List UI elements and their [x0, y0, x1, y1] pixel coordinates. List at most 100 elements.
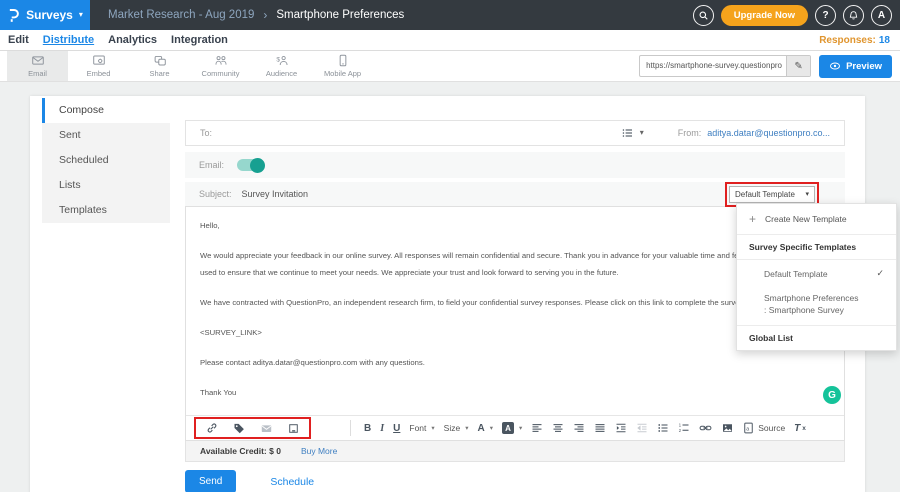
svg-text:$: $ [276, 56, 280, 63]
body-paragraph: Please contact aditya.datar@questionpro.… [200, 354, 830, 371]
channel-mobile-app[interactable]: Mobile App [312, 51, 373, 81]
channel-share[interactable]: Share [129, 51, 190, 81]
email-label: Email: [199, 160, 224, 170]
avatar[interactable]: A [871, 5, 892, 26]
check-icon: ✓ [876, 268, 884, 279]
tab-edit[interactable]: Edit [8, 34, 29, 46]
to-row[interactable]: To: ▾ From: aditya.datar@questionpro.co.… [185, 120, 845, 146]
insert-link-icon[interactable] [206, 422, 218, 434]
svg-text:2: 2 [679, 428, 682, 433]
embed-box-icon[interactable] [288, 423, 299, 434]
breadcrumb: Market Research - Aug 2019 › Smartphone … [108, 8, 404, 22]
top-actions: Upgrade Now ? A [693, 5, 892, 26]
channel-embed[interactable]: Embed [68, 51, 129, 81]
font-select[interactable]: Font▾ [409, 423, 434, 433]
email-icon [31, 54, 45, 67]
bold-button[interactable]: B [364, 423, 371, 434]
source-button[interactable]: aSource [743, 422, 785, 434]
insert-image-button[interactable] [721, 422, 734, 434]
buy-more-link[interactable]: Buy More [301, 446, 337, 456]
sidebar-item-scheduled[interactable]: Scheduled [42, 148, 170, 173]
questionpro-email-distribute-page: Surveys ▾ Market Research - Aug 2019 › S… [0, 0, 900, 492]
chain-icon [699, 423, 712, 433]
hyperlink-button[interactable] [699, 423, 712, 433]
channel-email[interactable]: Email [7, 51, 68, 81]
bullet-list-icon [657, 422, 669, 434]
to-row-controls: ▾ From: aditya.datar@questionpro.co... [621, 127, 830, 139]
remove-format-button[interactable]: Tx [794, 423, 806, 434]
distribution-channels: Email Embed Share Community $ Audience M… [0, 51, 900, 82]
text-color-button[interactable]: A▾ [477, 423, 493, 434]
indent-decrease-icon [636, 422, 648, 434]
email-toggle[interactable] [237, 159, 264, 171]
breadcrumb-folder[interactable]: Market Research - Aug 2019 [108, 9, 254, 21]
help-button[interactable]: ? [815, 5, 836, 26]
size-select[interactable]: Size▾ [444, 423, 469, 433]
email-template-icon[interactable] [260, 423, 273, 434]
breadcrumb-survey[interactable]: Smartphone Preferences [276, 9, 404, 21]
surveys-menu[interactable]: Surveys ▾ [0, 0, 90, 30]
available-credit-label: Available Credit: $ 0 [200, 446, 281, 456]
menu-header-global-list[interactable]: Global List [737, 326, 896, 350]
indent-increase-button[interactable] [615, 422, 627, 434]
sidebar-item-compose[interactable]: Compose [42, 98, 170, 123]
bullet-list-button[interactable] [657, 422, 669, 434]
search-button[interactable] [693, 5, 714, 26]
align-left-button[interactable] [531, 422, 543, 434]
chevron-down-icon: ▾ [79, 11, 83, 19]
channel-audience[interactable]: $ Audience [251, 51, 312, 81]
community-icon [214, 54, 228, 67]
numbered-list-button[interactable]: 12 [678, 422, 690, 434]
menu-header-survey-specific: Survey Specific Templates [737, 235, 896, 259]
pencil-icon: ✎ [794, 61, 802, 72]
notifications-button[interactable] [843, 5, 864, 26]
toolbar-divider [350, 420, 351, 436]
edit-url-button[interactable]: ✎ [786, 56, 810, 76]
contact-list-icon[interactable] [621, 127, 634, 139]
align-right-button[interactable] [573, 422, 585, 434]
send-button[interactable]: Send [185, 470, 236, 492]
preview-button[interactable]: Preview [819, 55, 892, 78]
align-left-icon [531, 422, 543, 434]
indent-increase-icon [615, 422, 627, 434]
menu-item-smartphone-preferences[interactable]: Smartphone Preferences : Smartphone Surv… [737, 287, 896, 325]
bg-color-button[interactable]: A▾ [502, 422, 522, 434]
align-center-button[interactable] [552, 422, 564, 434]
italic-button[interactable]: I [380, 423, 384, 434]
template-select[interactable]: Default Template ▾ [729, 186, 815, 203]
sidebar-item-lists[interactable]: Lists [42, 173, 170, 198]
send-actions: Send Schedule [185, 470, 845, 492]
body-paragraph: Thank You [200, 384, 830, 401]
to-label: To: [200, 128, 212, 138]
subject-value[interactable]: Survey Invitation [242, 189, 309, 199]
image-icon [721, 422, 734, 434]
schedule-link[interactable]: Schedule [270, 476, 314, 488]
align-center-icon [552, 422, 564, 434]
underline-button[interactable]: U [393, 423, 400, 434]
grammarly-badge[interactable]: G [823, 386, 841, 404]
source-doc-icon: a [743, 422, 754, 434]
menu-item-create-new-template[interactable]: + Create New Template [737, 204, 896, 234]
list-caret-icon[interactable]: ▾ [640, 129, 644, 137]
channel-community[interactable]: Community [190, 51, 251, 81]
tab-analytics[interactable]: Analytics [108, 34, 157, 46]
from-email-value[interactable]: aditya.datar@questionpro.co... [707, 128, 830, 138]
survey-url-field[interactable]: https://smartphone-survey.questionpro ✎ [639, 55, 811, 77]
toggle-knob [250, 158, 265, 173]
menu-item-default-template[interactable]: Default Template ✓ [737, 260, 896, 287]
align-justify-button[interactable] [594, 422, 606, 434]
survey-url: https://smartphone-survey.questionpro [640, 56, 786, 76]
merge-tag-icon[interactable] [233, 422, 245, 434]
plus-icon: + [749, 213, 756, 225]
sidebar-item-sent[interactable]: Sent [42, 123, 170, 148]
sidebar-item-templates[interactable]: Templates [42, 198, 170, 223]
embed-icon [92, 54, 106, 67]
template-selected-value: Default Template [735, 190, 795, 199]
from-label: From: [678, 128, 702, 138]
indent-decrease-button[interactable] [636, 422, 648, 434]
upgrade-now-button[interactable]: Upgrade Now [721, 5, 808, 26]
tab-integration[interactable]: Integration [171, 34, 228, 46]
tab-distribute[interactable]: Distribute [43, 34, 94, 46]
align-right-icon [573, 422, 585, 434]
bell-icon [848, 10, 859, 21]
